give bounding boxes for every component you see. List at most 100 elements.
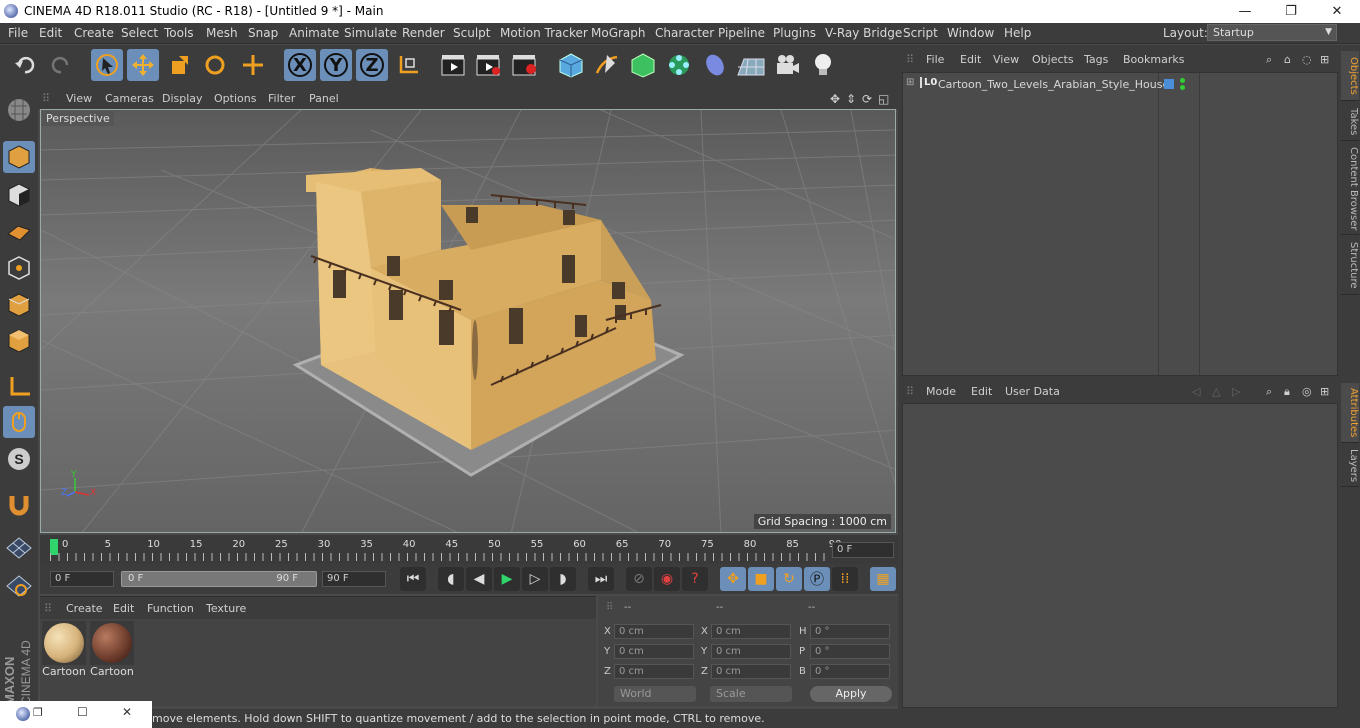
make-editable-button[interactable]: [3, 94, 35, 126]
render-visibility-dot[interactable]: [1180, 85, 1185, 90]
scale-tool[interactable]: [163, 49, 195, 81]
subdivision-surface-button[interactable]: [627, 49, 659, 81]
search-icon[interactable]: ⌕: [1266, 53, 1272, 67]
menu-help[interactable]: Help: [1004, 26, 1031, 40]
up-arrow-icon[interactable]: △: [1212, 385, 1220, 398]
viewport-menu-panel[interactable]: Panel: [309, 92, 339, 105]
viewport-menu-options[interactable]: Options: [214, 92, 256, 105]
previous-frame-button[interactable]: ◀: [466, 567, 492, 591]
tab-objects[interactable]: Objects: [1341, 51, 1359, 101]
move-view-icon[interactable]: ✥: [830, 92, 840, 106]
tab-takes[interactable]: Takes: [1341, 103, 1359, 141]
restore-icon[interactable]: ❐: [33, 706, 43, 719]
play-button[interactable]: ▶: [494, 567, 520, 591]
close-button[interactable]: ✕: [1314, 0, 1360, 23]
size-mode-dropdown[interactable]: Scale: [710, 686, 792, 702]
points-mode-button[interactable]: [3, 252, 35, 284]
render-view-button[interactable]: [437, 49, 469, 81]
material-menu-function[interactable]: Function: [147, 602, 194, 615]
timeline-ruler[interactable]: 051015202530354045505560657075808590 0 F: [40, 535, 898, 564]
x-axis-lock[interactable]: X: [284, 49, 316, 81]
previous-key-button[interactable]: ◖: [438, 567, 464, 591]
viewport-menu-view[interactable]: View: [66, 92, 92, 105]
viewport-menu-cameras[interactable]: Cameras: [105, 92, 154, 105]
redo-button[interactable]: [45, 49, 77, 81]
floor-button[interactable]: [735, 49, 767, 81]
render-settings-button[interactable]: [508, 49, 540, 81]
object-menu-view[interactable]: View: [993, 53, 1019, 66]
go-to-end-button[interactable]: ⏭: [588, 567, 614, 591]
tab-content-browser[interactable]: Content Browser: [1341, 143, 1359, 235]
menu-simulate[interactable]: Simulate: [344, 26, 397, 40]
drag-handle-icon[interactable]: ⠿: [42, 92, 50, 105]
viewport-menu-display[interactable]: Display: [162, 92, 203, 105]
rotation-key-button[interactable]: ↻: [776, 567, 802, 591]
y-axis-lock[interactable]: Y: [320, 49, 352, 81]
expand-icon[interactable]: ⊞: [906, 77, 914, 88]
object-menu-bookmarks[interactable]: Bookmarks: [1123, 53, 1184, 66]
menu-character[interactable]: Character: [655, 26, 714, 40]
snap-button[interactable]: S: [3, 443, 35, 475]
material-swatch[interactable]: Cartoon: [42, 621, 86, 678]
size-x-field[interactable]: 0 cm: [711, 624, 791, 639]
keyframe-selection-button[interactable]: ?: [682, 567, 708, 591]
menu-window[interactable]: Window: [947, 26, 994, 40]
move-tool[interactable]: [127, 49, 159, 81]
new-panel-icon[interactable]: ⊞: [1320, 385, 1329, 398]
object-menu-tags[interactable]: Tags: [1084, 53, 1108, 66]
editor-visibility-dot[interactable]: [1180, 78, 1185, 83]
go-to-start-button[interactable]: ⏮: [400, 567, 426, 591]
end-frame-field[interactable]: 90 F: [322, 571, 386, 587]
viewport-menu-filter[interactable]: Filter: [268, 92, 295, 105]
tab-attributes[interactable]: Attributes: [1341, 383, 1359, 443]
axis-mode-button[interactable]: [3, 371, 35, 403]
target-icon[interactable]: ◎: [1302, 385, 1312, 398]
search-icon[interactable]: ⌕: [1266, 385, 1272, 399]
start-frame-field[interactable]: 0 F: [50, 571, 114, 587]
menu-animate[interactable]: Animate: [289, 26, 339, 40]
next-key-button[interactable]: ◗: [550, 567, 576, 591]
render-picture-viewer-button[interactable]: [472, 49, 504, 81]
attribute-menu-mode[interactable]: Mode: [926, 385, 956, 398]
rotate-view-icon[interactable]: ⟳: [862, 92, 872, 106]
maximize-icon[interactable]: ☐: [77, 705, 88, 719]
menu-plugins[interactable]: Plugins: [773, 26, 816, 40]
lock-workplane-button[interactable]: [3, 532, 35, 564]
attribute-menu-edit[interactable]: Edit: [971, 385, 992, 398]
material-menu-edit[interactable]: Edit: [113, 602, 134, 615]
menu-create[interactable]: Create: [74, 26, 114, 40]
workplane-mode-button[interactable]: [3, 215, 35, 247]
next-frame-button[interactable]: ▷: [522, 567, 548, 591]
planar-workplane-button[interactable]: [3, 570, 35, 602]
close-icon[interactable]: ✕: [122, 705, 132, 719]
minimized-window[interactable]: ❐ ☐ ✕: [0, 701, 152, 728]
coordinate-system-button[interactable]: [392, 49, 424, 81]
drag-handle-icon[interactable]: ⠿: [906, 385, 914, 398]
object-menu-objects[interactable]: Objects: [1032, 53, 1074, 66]
menu-mograph[interactable]: MoGraph: [591, 26, 646, 40]
cloner-button[interactable]: [663, 49, 695, 81]
menu-render[interactable]: Render: [402, 26, 445, 40]
menu-mesh[interactable]: Mesh: [206, 26, 238, 40]
tab-structure[interactable]: Structure: [1341, 237, 1359, 295]
polygons-mode-button[interactable]: [3, 325, 35, 357]
object-tree-row[interactable]: ⊞ L0 Cartoon_Two_Levels_Arabian_Style_Ho…: [903, 75, 1337, 93]
magnet-button[interactable]: [3, 489, 35, 521]
scale-key-button[interactable]: ■: [748, 567, 774, 591]
menu-vray-bridge[interactable]: V-Ray Bridge: [825, 26, 902, 40]
light-button[interactable]: [807, 49, 839, 81]
undo-button[interactable]: [9, 49, 41, 81]
menu-script[interactable]: Script: [903, 26, 938, 40]
minimize-button[interactable]: —: [1222, 0, 1268, 23]
menu-select[interactable]: Select: [121, 26, 158, 40]
current-frame-field[interactable]: 0 F: [832, 542, 894, 558]
drag-handle-icon[interactable]: ⠿: [606, 602, 613, 613]
object-menu-edit[interactable]: Edit: [960, 53, 981, 66]
size-y-field[interactable]: 0 cm: [711, 644, 791, 659]
zoom-view-icon[interactable]: ⇕: [846, 92, 856, 106]
filter-icon[interactable]: ◌: [1302, 53, 1312, 66]
texture-mode-button[interactable]: [3, 179, 35, 211]
lock-icon[interactable]: 🔒︎: [1284, 385, 1290, 399]
position-x-field[interactable]: 0 cm: [614, 624, 694, 639]
parameter-key-button[interactable]: Ⓟ: [804, 567, 830, 591]
